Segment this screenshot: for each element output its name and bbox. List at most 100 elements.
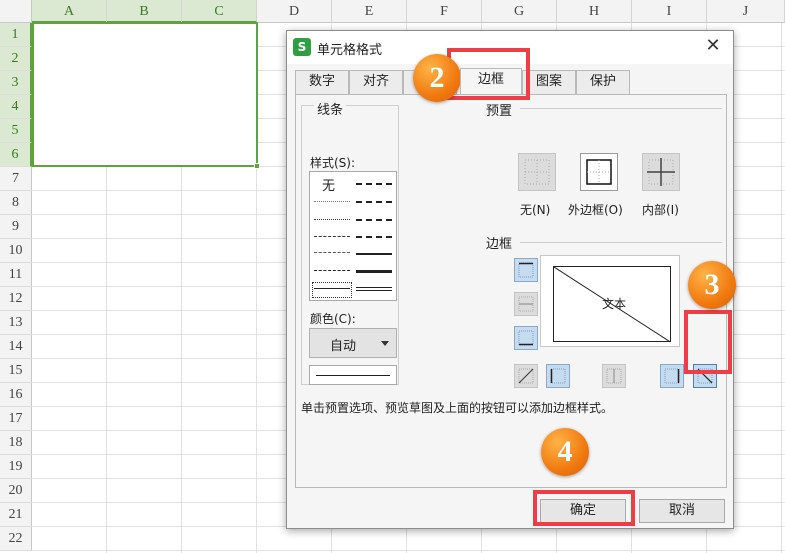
preset-divider xyxy=(520,108,722,109)
border-tab-panel: 线条 样式(S): 无 颜色(C): 自动 预置 无(N) 外边框(O) 内部(… xyxy=(295,94,727,488)
chevron-down-icon xyxy=(381,341,389,346)
border-right-icon xyxy=(664,368,680,384)
line-style-hair[interactable] xyxy=(314,201,350,202)
border-inside-icon xyxy=(647,158,675,186)
tab-pattern[interactable]: 图案 xyxy=(522,70,576,94)
border-inside-vertical-button[interactable] xyxy=(602,364,626,388)
border-left-icon xyxy=(550,368,566,384)
border-right-button[interactable] xyxy=(660,364,684,388)
preset-label: 预置 xyxy=(486,104,513,119)
diagonal-up-icon xyxy=(518,368,534,384)
line-group-label: 线条 xyxy=(314,99,347,118)
border-middle-icon xyxy=(518,296,534,312)
border-bottom-icon xyxy=(518,330,534,346)
border-divider xyxy=(520,242,722,243)
step-2-badge: 2 xyxy=(413,54,461,102)
row-header-16[interactable]: 16 xyxy=(0,383,32,407)
line-style-medium-dashed[interactable] xyxy=(356,236,392,238)
border-hint-text: 单击预置选项、预览草图及上面的按钮可以添加边框样式。 xyxy=(301,401,614,415)
row-header-5[interactable]: 5 xyxy=(0,119,32,143)
row-header-13[interactable]: 13 xyxy=(0,311,32,335)
wps-app-icon: S xyxy=(293,38,311,56)
row-header-4[interactable]: 4 xyxy=(0,95,32,119)
border-diagonal-up-button[interactable] xyxy=(514,364,538,388)
selected-line-style xyxy=(312,282,352,298)
row-header-7[interactable]: 7 xyxy=(0,167,32,191)
row-header-21[interactable]: 21 xyxy=(0,503,32,527)
line-style-medium-dash-dot[interactable] xyxy=(356,219,392,221)
row-header-14[interactable]: 14 xyxy=(0,335,32,359)
tab-number[interactable]: 数字 xyxy=(295,70,349,94)
preset-outline-button[interactable] xyxy=(580,153,618,191)
line-style-double[interactable] xyxy=(356,287,392,291)
column-header-h[interactable]: H xyxy=(557,0,632,23)
line-style-slanted-dash-dot[interactable] xyxy=(356,201,392,203)
row-header-18[interactable]: 18 xyxy=(0,431,32,455)
selected-range-a1-c6[interactable] xyxy=(32,22,260,169)
tab-border[interactable]: 边框 xyxy=(460,68,522,94)
column-header-d[interactable]: D xyxy=(257,0,332,23)
select-all-corner[interactable] xyxy=(0,0,32,23)
row-header-3[interactable]: 3 xyxy=(0,71,32,95)
row-header-11[interactable]: 11 xyxy=(0,263,32,287)
row-header-15[interactable]: 15 xyxy=(0,359,32,383)
preset-none-caption: 无(N) xyxy=(520,203,551,217)
column-header-j[interactable]: J xyxy=(707,0,785,23)
row-header-6[interactable]: 6 xyxy=(0,143,32,167)
row-header-17[interactable]: 17 xyxy=(0,407,32,431)
highlight-diagonal-button xyxy=(684,310,732,374)
column-header-a[interactable]: A xyxy=(32,0,107,23)
line-style-dash-dot-dot[interactable] xyxy=(314,236,350,237)
line-style-dashed[interactable] xyxy=(314,270,350,271)
line-style-thick[interactable] xyxy=(356,270,392,273)
row-header-19[interactable]: 19 xyxy=(0,455,32,479)
line-style-list[interactable]: 无 xyxy=(309,171,397,301)
border-preview[interactable]: 文本 xyxy=(540,255,680,347)
preset-inside-caption: 内部(I) xyxy=(642,203,679,217)
row-header-8[interactable]: 8 xyxy=(0,191,32,215)
column-header-c[interactable]: C xyxy=(182,0,257,23)
row-header-9[interactable]: 9 xyxy=(0,215,32,239)
cancel-button[interactable]: 取消 xyxy=(639,499,725,523)
fill-handle[interactable] xyxy=(254,163,260,169)
tab-protection[interactable]: 保护 xyxy=(576,70,630,94)
row-header-1[interactable]: 1 xyxy=(0,23,32,47)
line-color-label: 颜色(C): xyxy=(310,312,356,326)
row-header-22[interactable]: 22 xyxy=(0,527,32,551)
preset-none-button[interactable] xyxy=(518,153,556,191)
close-icon[interactable]: ✕ xyxy=(703,36,723,56)
preview-cell[interactable]: 文本 xyxy=(553,266,671,342)
line-color-value: 自动 xyxy=(330,339,357,354)
step-3-badge: 3 xyxy=(688,261,736,309)
line-style-none[interactable]: 无 xyxy=(322,175,335,194)
dialog-title: 单元格格式 xyxy=(317,43,383,58)
line-style-dash-dot[interactable] xyxy=(314,252,350,253)
column-header-e[interactable]: E xyxy=(332,0,407,23)
border-bottom-button[interactable] xyxy=(514,326,538,350)
row-header-2[interactable]: 2 xyxy=(0,47,32,71)
border-left-button[interactable] xyxy=(546,364,570,388)
line-style-medium-dash-dot-dot[interactable] xyxy=(356,183,392,185)
tab-alignment[interactable]: 对齐 xyxy=(349,70,403,94)
line-color-dropdown[interactable]: 自动 xyxy=(309,328,397,358)
border-inside-horizontal-button[interactable] xyxy=(514,292,538,316)
column-header-b[interactable]: B xyxy=(107,0,182,23)
row-header-10[interactable]: 10 xyxy=(0,239,32,263)
line-style-label: 样式(S): xyxy=(310,156,356,170)
column-header-g[interactable]: G xyxy=(482,0,557,23)
row-header-12[interactable]: 12 xyxy=(0,287,32,311)
border-center-icon xyxy=(606,368,622,384)
column-header-i[interactable]: I xyxy=(632,0,707,23)
line-style-dotted[interactable] xyxy=(314,219,350,220)
line-color-preview xyxy=(309,365,397,385)
line-style-medium[interactable] xyxy=(356,253,392,255)
border-top-icon xyxy=(518,262,534,278)
step-4-badge: 4 xyxy=(541,428,589,476)
preset-outline-caption: 外边框(O) xyxy=(568,203,623,217)
row-header-20[interactable]: 20 xyxy=(0,479,32,503)
column-header-f[interactable]: F xyxy=(407,0,482,23)
highlight-ok-button xyxy=(533,490,635,526)
preset-inside-button[interactable] xyxy=(642,153,680,191)
border-top-button[interactable] xyxy=(514,258,538,282)
border-none-icon xyxy=(524,159,550,185)
